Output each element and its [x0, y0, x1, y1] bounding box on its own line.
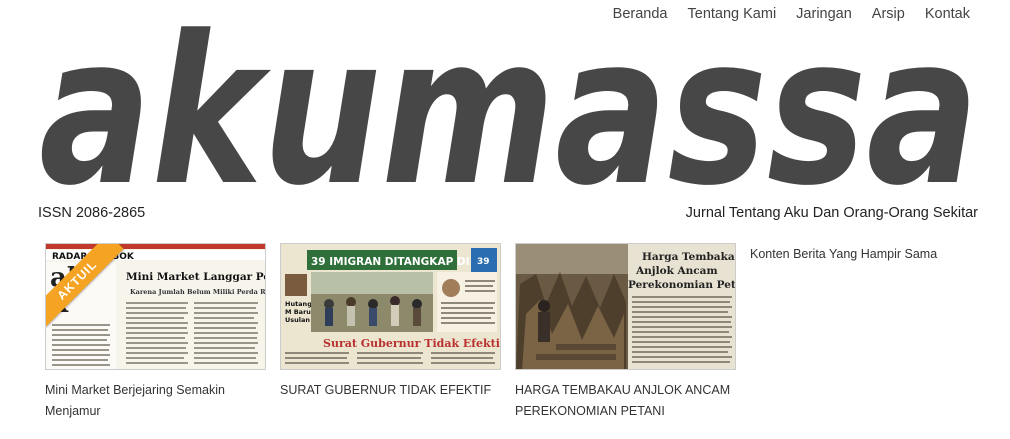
article-title[interactable]: Mini Market Berjejaring Semakin Menjamur [45, 380, 266, 422]
svg-text:Anjlok Ancam: Anjlok Ancam [635, 265, 718, 277]
article-card[interactable]: Harga Tembakau Anjlok Ancam Perekonomian… [515, 243, 736, 422]
svg-text:Harga Tembakau: Harga Tembakau [642, 251, 736, 263]
article-thumbnail[interactable]: RADAR LOMBOK ah k Mini Market Langgar Pe… [45, 243, 266, 370]
svg-text:Mini Market Langgar Permendag: Mini Market Langgar Permendag [126, 271, 266, 283]
svg-text:39 IMIGRAN DITANGKAP DI KLU: 39 IMIGRAN DITANGKAP DI KLU [311, 256, 496, 268]
svg-text:Hutang: Hutang [285, 300, 312, 308]
article-card[interactable]: 39 IMIGRAN DITANGKAP DI KLU 39 Hutang M … [280, 243, 501, 422]
logo-wordmark: akumassa [39, 14, 979, 194]
related-content-heading: Konten Berita Yang Hampir Sama [750, 247, 938, 261]
site-logo[interactable]: akumassa [36, 14, 982, 194]
svg-text:Usulan: Usulan [285, 316, 310, 324]
newspaper-clipping-image: Harga Tembakau Anjlok Ancam Perekonomian… [516, 244, 736, 369]
svg-text:M Baru: M Baru [285, 308, 311, 316]
article-title[interactable]: HARGA TEMBAKAU ANJLOK ANCAM PEREKONOMIAN… [515, 380, 736, 422]
article-cards: RADAR LOMBOK ah k Mini Market Langgar Pe… [45, 243, 750, 422]
svg-text:Perekonomian Petani: Perekonomian Petani [628, 279, 736, 291]
article-title[interactable]: SURAT GUBERNUR TIDAK EFEKTIF [280, 380, 501, 401]
issn-label: ISSN 2086-2865 [38, 205, 146, 221]
svg-text:Surat Gubernur Tidak Efektif: Surat Gubernur Tidak Efektif [323, 337, 501, 350]
article-thumbnail[interactable]: 39 IMIGRAN DITANGKAP DI KLU 39 Hutang M … [280, 243, 501, 370]
article-thumbnail[interactable]: Harga Tembakau Anjlok Ancam Perekonomian… [515, 243, 736, 370]
svg-text:Karena Jumlah Belum Miliki Per: Karena Jumlah Belum Miliki Perda RTRW [130, 288, 266, 296]
newspaper-clipping-image: 39 IMIGRAN DITANGKAP DI KLU 39 Hutang M … [281, 244, 501, 369]
svg-text:39: 39 [477, 257, 490, 267]
site-tagline: Jurnal Tentang Aku Dan Orang-Orang Sekit… [685, 205, 978, 221]
article-card[interactable]: RADAR LOMBOK ah k Mini Market Langgar Pe… [45, 243, 266, 422]
